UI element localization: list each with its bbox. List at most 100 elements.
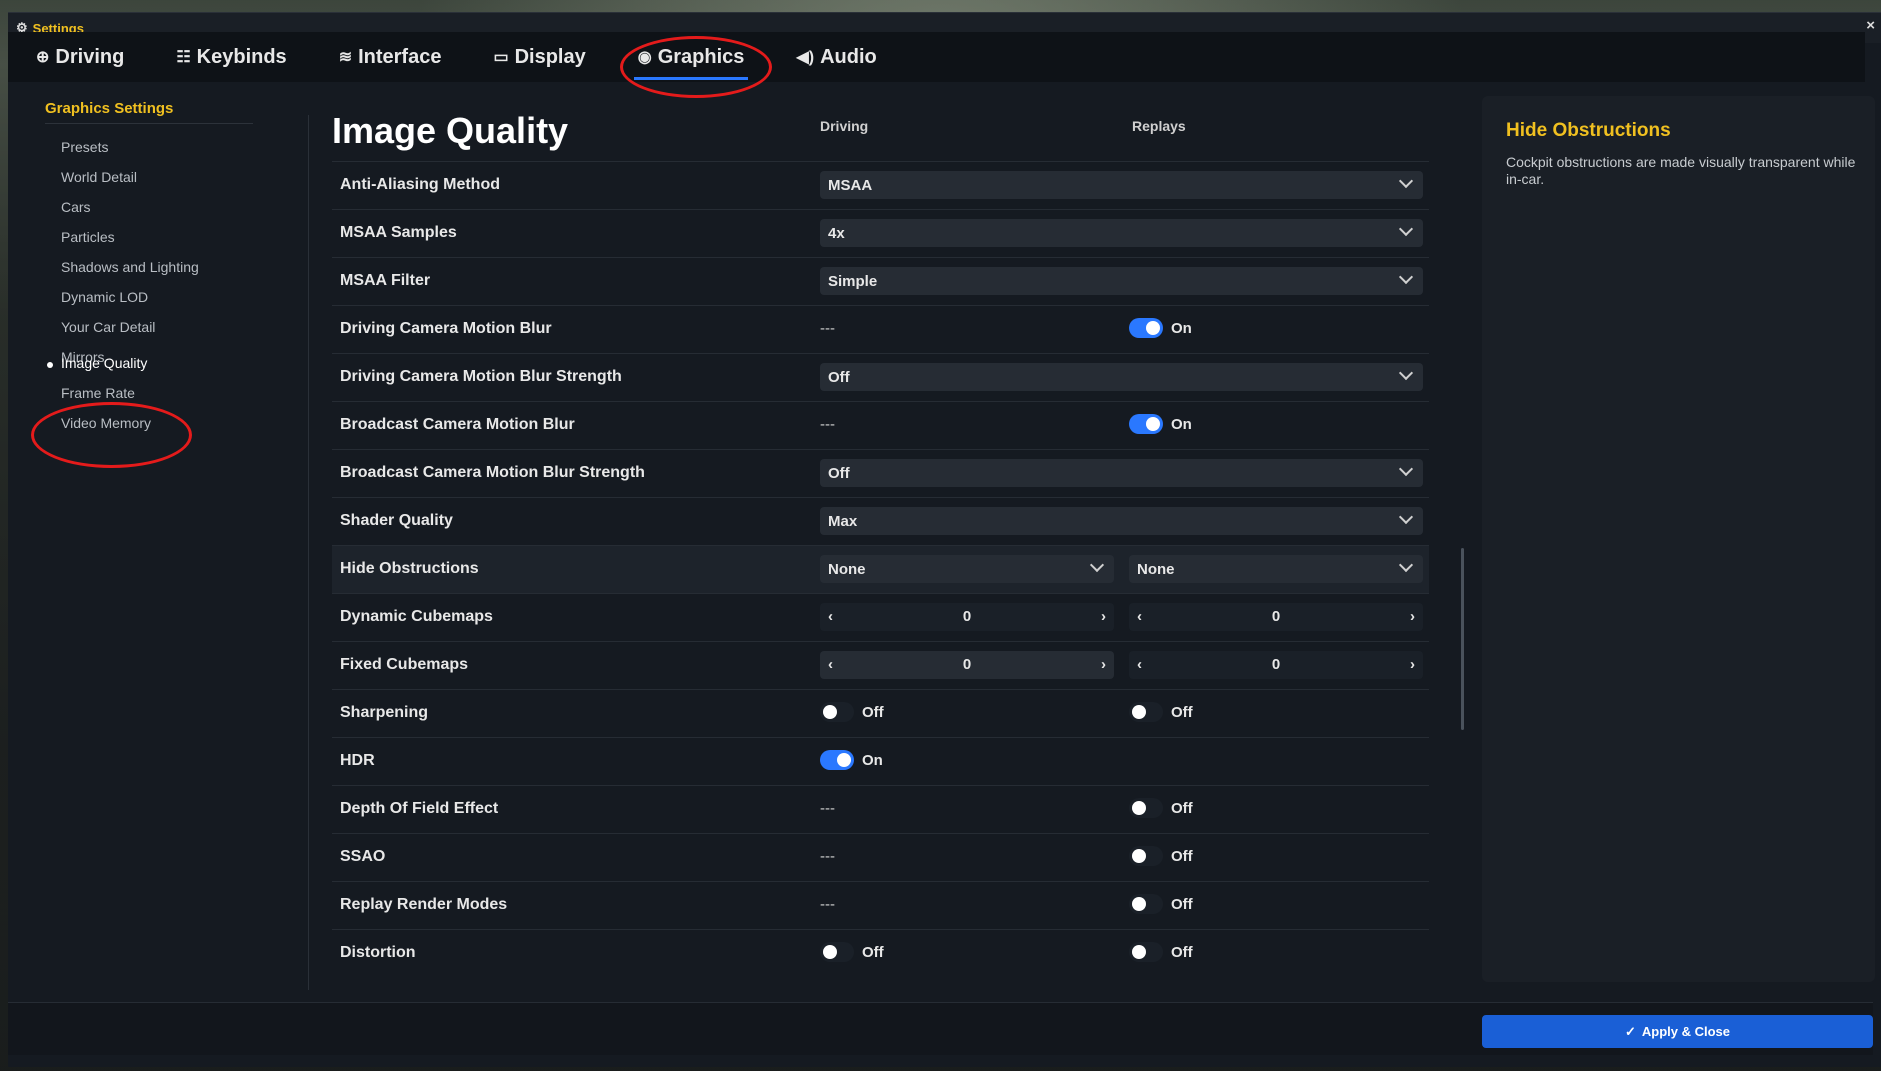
- sharpening-replays-toggle[interactable]: Off: [1129, 702, 1193, 722]
- annotation-circle-image-quality: [31, 402, 192, 468]
- tab-label: Interface: [358, 45, 442, 68]
- column-header-replays: Replays: [1132, 118, 1186, 134]
- speaker-icon: ◀): [796, 49, 815, 66]
- setting-row-sharpening: Sharpening Off Off: [332, 689, 1429, 738]
- sidebar-item-your-car-detail[interactable]: Your Car Detail: [61, 319, 155, 335]
- toggle-track: [1129, 942, 1163, 962]
- fixed-cubemaps-replays-stepper[interactable]: ‹ 0 ›: [1129, 651, 1423, 679]
- setting-label: MSAA Samples: [340, 224, 457, 241]
- chevron-right-icon[interactable]: ›: [1410, 656, 1415, 673]
- setting-row-fixed-cubemaps: Fixed Cubemaps ‹ 0 › ‹ 0 ›: [332, 641, 1429, 690]
- sidebar-heading: Graphics Settings: [45, 100, 174, 117]
- broadcast-motion-blur-replays-toggle[interactable]: On: [1129, 414, 1192, 434]
- driving-motion-blur-replays-toggle[interactable]: On: [1129, 318, 1192, 338]
- msaa-samples-dropdown[interactable]: 4x: [820, 219, 1423, 247]
- chevron-right-icon[interactable]: ›: [1101, 656, 1106, 673]
- setting-label: HDR: [340, 752, 375, 769]
- driving-blur-strength-dropdown[interactable]: Off: [820, 363, 1423, 391]
- toggle-track: [1129, 798, 1163, 818]
- tab-driving[interactable]: ⊕ Driving: [36, 32, 124, 82]
- setting-row-hdr: HDR On: [332, 737, 1429, 786]
- annotation-circle-graphics: [620, 36, 772, 98]
- close-icon[interactable]: ×: [1866, 17, 1875, 34]
- apply-close-button[interactable]: ✓ Apply & Close: [1482, 1015, 1873, 1048]
- toggle-track: [1129, 318, 1163, 338]
- layers-icon: ≋: [338, 49, 353, 66]
- chevron-down-icon: [1398, 557, 1414, 573]
- sidebar-item-frame-rate[interactable]: Frame Rate: [61, 385, 135, 401]
- setting-row-broadcast-blur-strength: Broadcast Camera Motion Blur Strength Of…: [332, 449, 1429, 498]
- toggle-knob: [1132, 897, 1146, 911]
- msaa-filter-dropdown[interactable]: Simple: [820, 267, 1423, 295]
- setting-label: Replay Render Modes: [340, 896, 508, 913]
- toggle-label: Off: [862, 703, 884, 721]
- sidebar-divider: [308, 115, 309, 990]
- setting-row-distortion: Distortion Off Off: [332, 929, 1429, 978]
- steering-icon: ⊕: [36, 49, 50, 66]
- check-icon: ✓: [1624, 1023, 1636, 1039]
- sidebar-item-particles[interactable]: Particles: [61, 229, 115, 245]
- setting-row-ssao: SSAO --- Off: [332, 833, 1429, 882]
- setting-label: Hide Obstructions: [340, 560, 479, 577]
- replay-render-modes-toggle[interactable]: Off: [1129, 894, 1193, 914]
- stepper-value: 0: [962, 608, 972, 625]
- sidebar-item-image-quality[interactable]: Image Quality: [61, 355, 147, 371]
- distortion-driving-toggle[interactable]: Off: [820, 942, 884, 962]
- settings-scrollbar[interactable]: [1461, 548, 1464, 730]
- hide-obstructions-driving-dropdown[interactable]: None: [820, 555, 1114, 583]
- sidebar-item-dynamic-lod[interactable]: Dynamic LOD: [61, 289, 148, 305]
- info-title: Hide Obstructions: [1506, 120, 1671, 141]
- dynamic-cubemaps-driving-stepper[interactable]: ‹ 0 ›: [820, 603, 1114, 631]
- active-item-dot: [47, 362, 53, 368]
- chevron-down-icon: [1398, 221, 1414, 237]
- sidebar: Graphics Settings Presets World Detail C…: [8, 90, 308, 990]
- chevron-right-icon[interactable]: ›: [1101, 608, 1106, 625]
- toggle-track: [1129, 414, 1163, 434]
- dropdown-value: Off: [828, 465, 850, 482]
- stepper-value: 0: [1271, 608, 1281, 625]
- tab-audio[interactable]: ◀) Audio: [796, 32, 876, 82]
- setting-label: SSAO: [340, 848, 386, 865]
- dropdown-value: Off: [828, 369, 850, 386]
- setting-row-anti-aliasing: Anti-Aliasing Method MSAA: [332, 161, 1429, 210]
- sidebar-item-cars[interactable]: Cars: [61, 199, 91, 215]
- toggle-knob: [823, 705, 837, 719]
- chevron-right-icon[interactable]: ›: [1410, 608, 1415, 625]
- sidebar-item-world-detail[interactable]: World Detail: [61, 169, 137, 185]
- sidebar-item-shadows-lighting[interactable]: Shadows and Lighting: [61, 259, 199, 275]
- setting-row-driving-camera-motion-blur: Driving Camera Motion Blur --- On: [332, 305, 1429, 354]
- toggle-knob: [1132, 849, 1146, 863]
- tab-keybinds[interactable]: ☷ Keybinds: [176, 32, 286, 82]
- toggle-knob: [1146, 321, 1160, 335]
- dynamic-cubemaps-replays-stepper[interactable]: ‹ 0 ›: [1129, 603, 1423, 631]
- setting-row-replay-render-modes: Replay Render Modes --- Off: [332, 881, 1429, 930]
- toggle-label: Off: [862, 943, 884, 961]
- fixed-cubemaps-driving-stepper[interactable]: ‹ 0 ›: [820, 651, 1114, 679]
- hdr-toggle[interactable]: On: [820, 750, 883, 770]
- sidebar-item-presets[interactable]: Presets: [61, 139, 108, 155]
- toggle-label: On: [862, 751, 883, 769]
- setting-label: Driving Camera Motion Blur: [340, 320, 552, 337]
- toggle-knob: [1132, 705, 1146, 719]
- toggle-label: Off: [1171, 847, 1193, 865]
- depth-of-field-replays-toggle[interactable]: Off: [1129, 798, 1193, 818]
- sharpening-driving-toggle[interactable]: Off: [820, 702, 884, 722]
- driving-na-value: ---: [820, 416, 835, 433]
- apply-close-label: Apply & Close: [1641, 1024, 1731, 1039]
- toggle-label: Off: [1171, 943, 1193, 961]
- ssao-replays-toggle[interactable]: Off: [1129, 846, 1193, 866]
- setting-label: Shader Quality: [340, 512, 453, 529]
- toggle-track: [820, 942, 854, 962]
- tab-display[interactable]: ▭ Display: [493, 32, 585, 82]
- broadcast-blur-strength-dropdown[interactable]: Off: [820, 459, 1423, 487]
- distortion-replays-toggle[interactable]: Off: [1129, 942, 1193, 962]
- shader-quality-dropdown[interactable]: Max: [820, 507, 1423, 535]
- hide-obstructions-replays-dropdown[interactable]: None: [1129, 555, 1423, 583]
- tab-interface[interactable]: ≋ Interface: [339, 32, 442, 82]
- stepper-value: 0: [962, 656, 972, 673]
- anti-aliasing-dropdown[interactable]: MSAA: [820, 171, 1423, 199]
- monitor-icon: ▭: [493, 49, 509, 66]
- settings-panel: Image Quality Driving Replays Anti-Alias…: [332, 92, 1432, 992]
- setting-label: Dynamic Cubemaps: [340, 608, 493, 625]
- setting-label: Fixed Cubemaps: [340, 656, 469, 673]
